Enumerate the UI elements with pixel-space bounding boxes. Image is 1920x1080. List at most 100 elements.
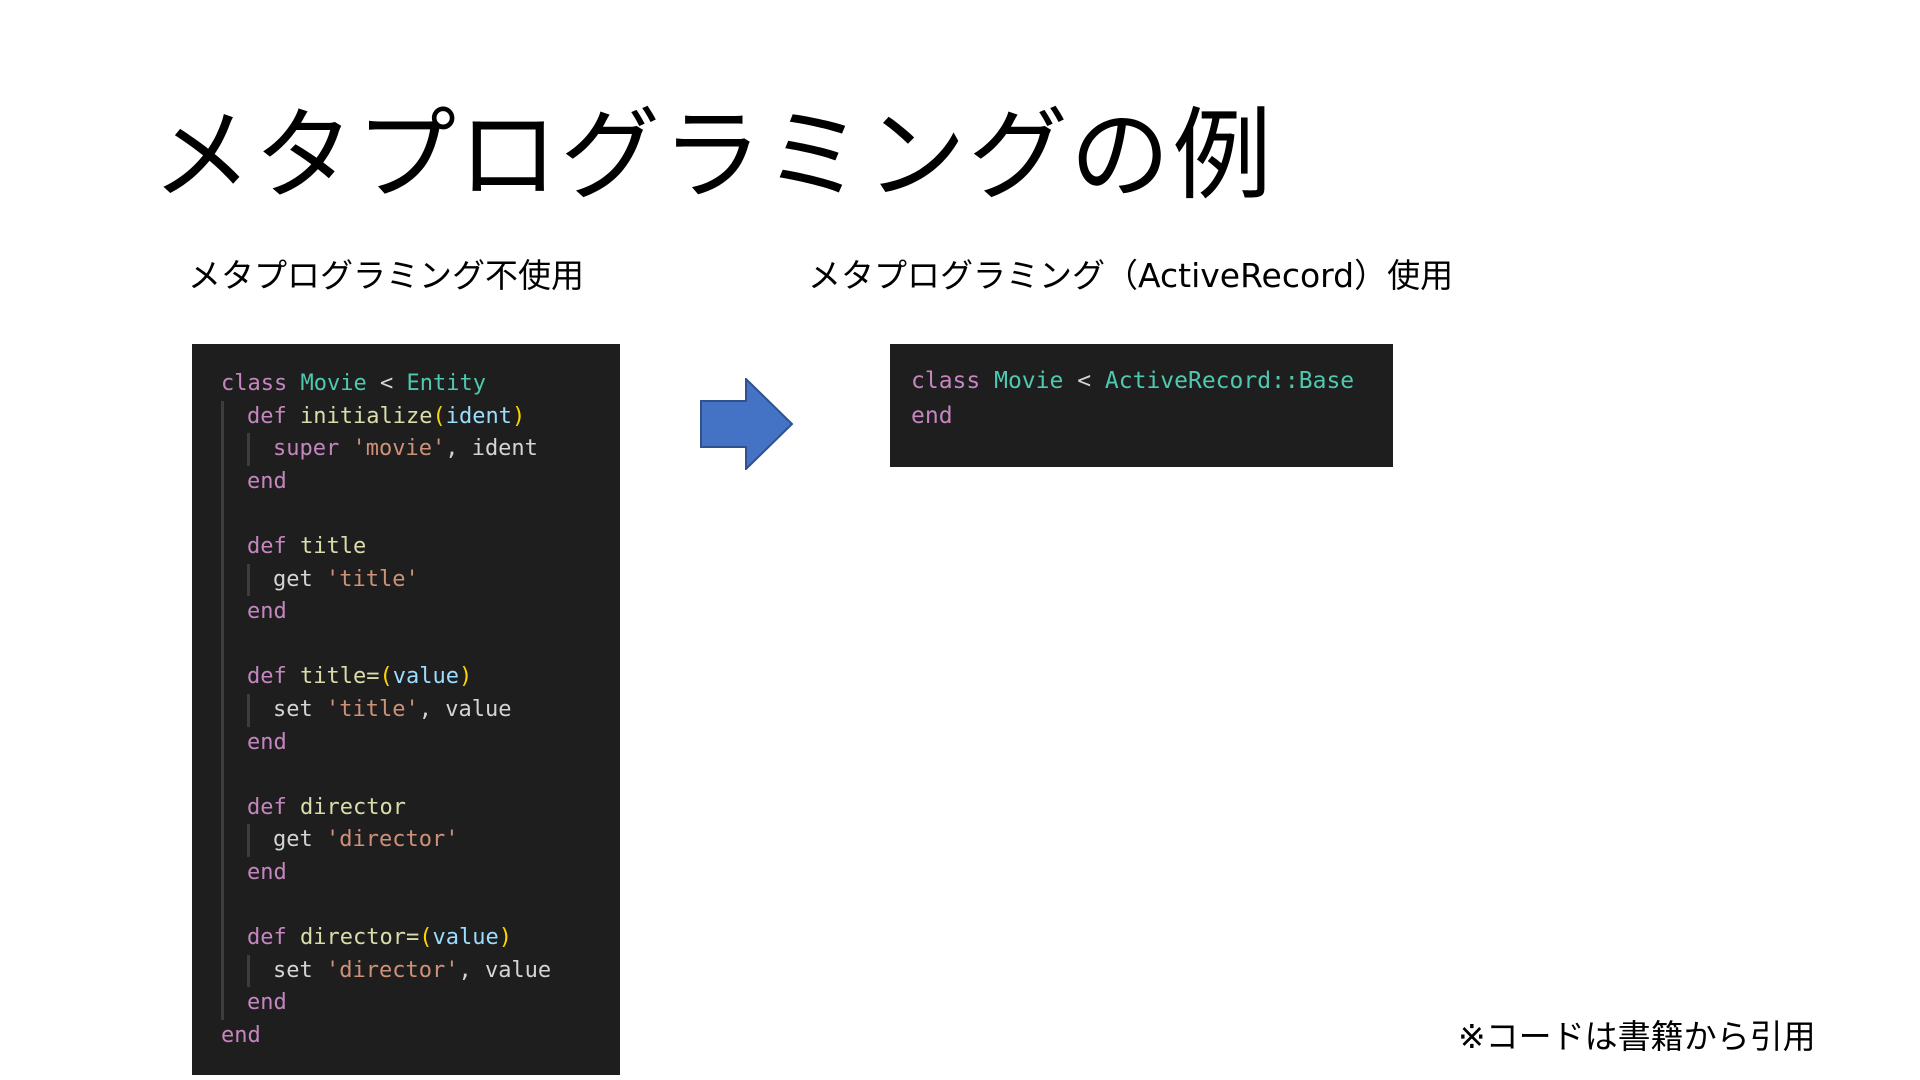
indent-guide [221, 856, 224, 890]
code-token: super [273, 436, 340, 462]
code-token: def [247, 794, 287, 820]
indent-guide [221, 563, 224, 597]
code-line: end [221, 1020, 620, 1053]
code-token: class [911, 368, 981, 394]
code-token: value [392, 664, 459, 690]
code-line: end [221, 596, 620, 629]
code-token: ) [498, 925, 512, 951]
indent-guide [221, 987, 224, 1020]
code-token: 'title' [326, 566, 419, 592]
footnote: ※コードは書籍から引用 [1458, 1017, 1816, 1056]
blank-line [221, 889, 620, 923]
indent-guide [221, 596, 224, 629]
code-token: def [247, 925, 287, 951]
code-token: get [273, 566, 313, 592]
code-token: , ident [445, 436, 538, 462]
indent-guide [221, 661, 224, 694]
code-line: def director=(value) [221, 922, 620, 955]
code-line: class Movie < Entity [221, 368, 620, 401]
indent-guide [221, 498, 224, 531]
code-token: set [273, 957, 313, 983]
indent-guide [247, 824, 250, 857]
code-token: end [247, 468, 287, 494]
right-arrow-icon [700, 378, 794, 470]
slide: メタプログラミングの例 メタプログラミング不使用 メタプログラミング（Activ… [0, 0, 1920, 1080]
code-token: 'director' [326, 957, 459, 983]
blank-line [221, 498, 620, 531]
indent-guide [221, 726, 224, 760]
code-token: initialize [300, 403, 433, 429]
code-token: ( [432, 403, 446, 429]
code-line: def title=(value) [221, 661, 620, 694]
code-token: end [247, 859, 287, 885]
code-token: , value [418, 696, 512, 722]
code-line: end [221, 987, 620, 1020]
code-token: ident [445, 403, 512, 429]
code-token: Movie [300, 371, 367, 396]
code-token: end [247, 599, 287, 625]
code-token: < [1063, 368, 1105, 394]
indent-guide [221, 400, 224, 434]
code-token: Movie [994, 368, 1064, 394]
code-line: class Movie < ActiveRecord::Base [911, 364, 1393, 399]
indent-guide [221, 889, 224, 923]
code-token: 'director' [326, 827, 459, 853]
code-line: super 'movie', ident [221, 433, 620, 466]
indent-guide [221, 530, 224, 564]
code-line: end [221, 726, 620, 760]
code-line: end [911, 399, 1393, 434]
code-line: def director [221, 791, 620, 825]
page-title: メタプログラミングの例 [152, 97, 1274, 214]
code-line: get 'title' [221, 563, 620, 597]
right-heading: メタプログラミング（ActiveRecord）使用 [808, 256, 1454, 295]
code-token: director= [300, 925, 420, 951]
indent-guide [221, 791, 224, 825]
code-block-with-activerecord: class Movie < ActiveRecord::Base end [890, 344, 1393, 467]
code-token: get [273, 827, 313, 853]
indent-guide [221, 433, 224, 466]
indent-guide [221, 628, 224, 662]
code-token: set [273, 696, 313, 722]
code-line: set 'title', value [221, 693, 620, 727]
code-token: title [300, 533, 367, 559]
code-line: def title [221, 530, 620, 564]
code-token: ( [379, 664, 393, 690]
code-token: director [300, 794, 406, 820]
code-token: 'movie' [352, 436, 446, 462]
code-token: def [247, 403, 287, 429]
indent-guide [221, 954, 224, 988]
code-token: 'title' [326, 696, 419, 722]
code-block-without-metaprogramming: class Movie < Entity def initialize(iden… [192, 344, 620, 1075]
code-token: def [247, 664, 287, 690]
code-token: ) [458, 664, 473, 690]
indent-guide [221, 759, 224, 792]
code-line: end [221, 465, 620, 499]
code-token: end [221, 1022, 261, 1048]
indent-guide [221, 693, 224, 727]
code-token: ( [419, 925, 433, 951]
code-token: end [247, 729, 287, 755]
indent-guide [247, 563, 250, 597]
indent-guide [221, 824, 224, 857]
code-line: end [221, 856, 620, 890]
code-token: ActiveRecord::Base [1104, 368, 1355, 394]
code-token: Entity [406, 371, 486, 396]
code-line: def initialize(ident) [221, 400, 620, 434]
indent-guide [221, 465, 224, 499]
indent-guide [247, 954, 250, 988]
code-token: def [247, 533, 287, 559]
blank-line [221, 628, 620, 662]
code-token: < [366, 371, 407, 396]
left-heading: メタプログラミング不使用 [188, 256, 584, 295]
indent-guide [247, 433, 250, 466]
code-token: , value [458, 957, 552, 983]
code-token: title= [300, 664, 380, 690]
indent-guide [247, 693, 250, 727]
code-token: end [247, 990, 287, 1016]
code-line: set 'director', value [221, 954, 620, 988]
code-line: get 'director' [221, 824, 620, 857]
blank-line [221, 759, 620, 792]
code-token: end [911, 403, 953, 429]
code-token: class [221, 371, 288, 396]
code-token: value [432, 925, 499, 951]
